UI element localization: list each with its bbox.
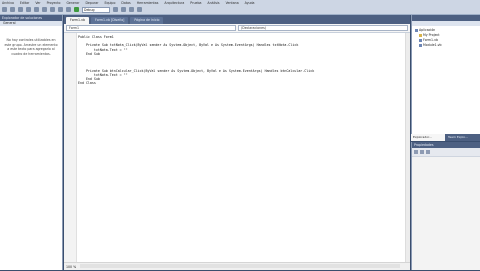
cut-icon[interactable] [34,7,39,12]
start-debugging-icon[interactable] [74,7,79,12]
menu-item[interactable]: Prueba [190,1,201,5]
navigation-bar: Form1 (Declaraciones) [64,24,410,33]
toolbox-group-general[interactable]: General [0,21,62,26]
menu-item[interactable]: Análisis [207,1,219,5]
menu-item[interactable]: Ventana [226,1,239,5]
file-icon [419,44,422,47]
menu-item[interactable]: Ayuda [245,1,255,5]
save-all-icon[interactable] [26,7,31,12]
vertical-scrollbar[interactable] [405,33,410,262]
menu-item[interactable]: Generar [66,1,79,5]
solution-tree-label: Module1.vb [423,43,442,47]
toolbox-empty-message: No hay controles utilizables en este gru… [4,38,58,56]
toolbox-panel: Explorador de soluciones General No hay … [0,15,63,270]
code-line[interactable]: End Class [78,81,404,85]
properties-icon[interactable] [129,7,134,12]
right-panel-tab[interactable]: Explorador... [411,134,445,141]
save-icon[interactable] [18,7,23,12]
right-panel-tab[interactable]: Team Explo... [446,134,480,141]
property-pages-icon[interactable] [426,150,430,154]
menu-item[interactable]: Editar [20,1,29,5]
solution-config-dropdown[interactable]: Debug [82,6,110,13]
document-tabs: Form1.vb Form1.vb [Diseño] Página de inici… [64,15,410,24]
redo-icon[interactable] [66,7,71,12]
toolbox-icon[interactable] [137,7,142,12]
solution-explorer-icon[interactable] [121,7,126,12]
alphabetical-icon[interactable] [420,150,424,154]
menu-item[interactable]: Proyecto [47,1,61,5]
menu-item[interactable]: Arquitectura [164,1,184,5]
solution-tree-item[interactable]: Module1.vb [415,43,480,48]
project-icon [415,29,418,32]
categorized-icon[interactable] [414,150,418,154]
menu-item[interactable]: Archivo [2,1,14,5]
folder-icon [419,34,422,37]
member-dropdown[interactable]: (Declaraciones) [238,25,408,31]
document-tab[interactable]: Form1.vb [66,17,89,24]
file-icon [419,39,422,42]
code-text[interactable]: Public Class Form1 Private Sub txtNota_C… [78,35,404,85]
code-editor: Form1.vb Form1.vb [Diseño] Página de inici… [64,15,410,270]
class-dropdown[interactable]: Form1 [66,25,236,31]
new-project-icon[interactable] [2,7,7,12]
solution-tree: Aplicación My Project Form1.vb Module1.vb [412,26,480,48]
properties-panel: Propiedades [411,142,480,270]
menu-item[interactable]: Ver [35,1,40,5]
solution-explorer-panel: Aplicación My Project Form1.vb Module1.vb [411,15,480,141]
menu-item[interactable]: Herramientas [137,1,159,5]
document-tab[interactable]: Página de inicio [130,17,164,24]
undo-icon[interactable] [58,7,63,12]
right-panel-tabs: Explorador... Team Explo... [411,134,480,141]
properties-toolbar [412,148,480,157]
main-toolbar: Debug [0,5,480,15]
find-icon[interactable] [113,7,118,12]
zoom-level[interactable]: 100 % [66,265,76,269]
paste-icon[interactable] [50,7,55,12]
menu-item[interactable]: Datos [121,1,130,5]
horizontal-scrollbar[interactable] [80,264,400,268]
menu-item[interactable]: Equipo [104,1,115,5]
menu-item[interactable]: Depurar [85,1,98,5]
code-area[interactable]: Public Class Form1 Private Sub txtNota_C… [64,33,410,270]
document-tab[interactable]: Form1.vb [Diseño] [90,17,129,24]
open-file-icon[interactable] [10,7,15,12]
line-gutter [64,33,77,262]
copy-icon[interactable] [42,7,47,12]
